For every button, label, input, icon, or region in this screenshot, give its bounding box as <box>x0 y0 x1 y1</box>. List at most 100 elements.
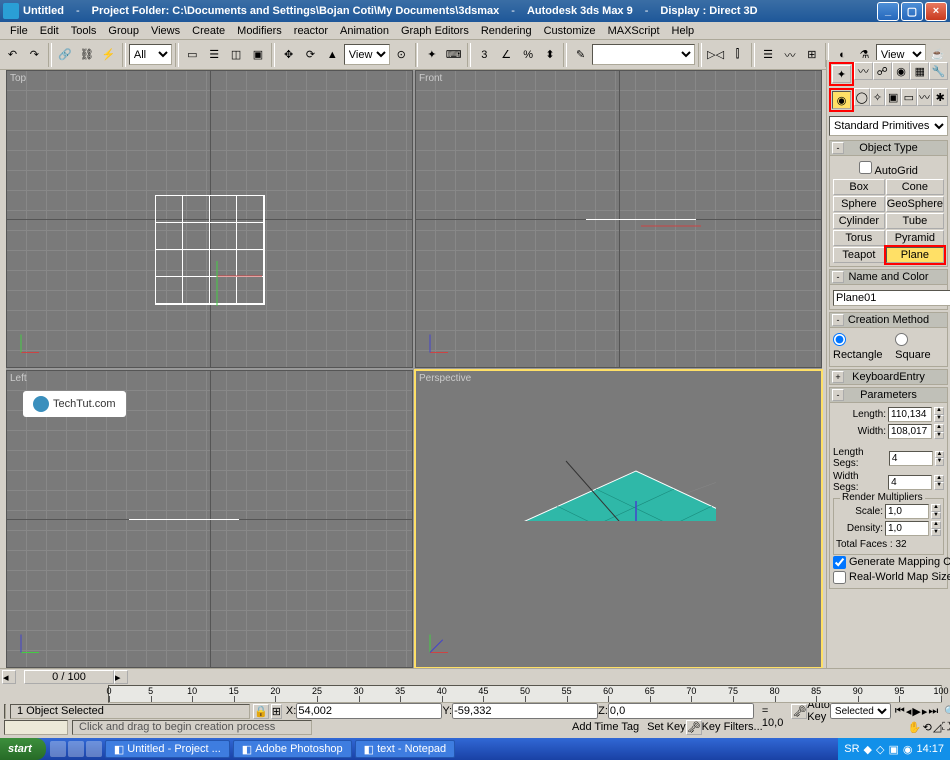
menu-maxscript[interactable]: MAXScript <box>602 25 666 37</box>
abs-rel-icon[interactable]: ⊞ <box>271 704 282 719</box>
width-segs-input[interactable] <box>888 475 932 490</box>
realworld-checkbox[interactable] <box>833 571 846 584</box>
scale-button[interactable]: ▲ <box>322 43 343 67</box>
shapes-tab[interactable]: ◯ <box>854 88 870 106</box>
maximize-button[interactable]: ▢ <box>901 2 923 21</box>
ql-desktop-icon[interactable] <box>86 741 102 757</box>
cone-button[interactable]: Cone <box>886 179 944 195</box>
link-button[interactable]: 🔗 <box>55 43 76 67</box>
taskbar-item-3dsmax[interactable]: ◧ Untitled - Project ... <box>105 740 230 758</box>
select-name-button[interactable]: ☰ <box>204 43 225 67</box>
undo-button[interactable]: ↶ <box>2 43 23 67</box>
creation-method-header[interactable]: -Creation Method <box>829 312 948 328</box>
y-coord-input[interactable] <box>452 703 598 719</box>
length-spinner[interactable]: ▲▼ <box>934 407 944 422</box>
maximize-viewport-button[interactable]: ⛶ <box>942 721 950 734</box>
prev-frame-button[interactable]: ◂ <box>906 705 912 718</box>
ql-ie-icon[interactable] <box>50 741 66 757</box>
square-radio[interactable]: Square <box>895 333 944 361</box>
language-indicator[interactable]: SR <box>844 743 859 755</box>
length-input[interactable] <box>888 407 932 422</box>
minimize-button[interactable]: _ <box>877 2 899 21</box>
time-slider[interactable]: 0 / 100 <box>24 670 114 684</box>
ql-firefox-icon[interactable] <box>68 741 84 757</box>
menu-group[interactable]: Group <box>102 25 145 37</box>
fov-button[interactable]: ◿ <box>933 721 941 734</box>
teapot-button[interactable]: Teapot <box>833 247 885 263</box>
menu-tools[interactable]: Tools <box>65 25 103 37</box>
key-mode-icon[interactable]: 🗝 <box>791 704 807 719</box>
category-dropdown[interactable]: Standard Primitives <box>829 116 948 136</box>
zoom-button[interactable]: 🔍 <box>944 705 950 718</box>
geometry-tab[interactable]: ◉ <box>832 91 851 109</box>
viewport-perspective[interactable]: Perspective <box>415 370 822 668</box>
time-next-button[interactable]: ▸ <box>114 670 128 684</box>
name-color-header[interactable]: -Name and Color <box>829 269 948 285</box>
redo-button[interactable]: ↷ <box>24 43 45 67</box>
transform-gizmo[interactable] <box>636 211 716 241</box>
curve-editor-button[interactable]: 〰 <box>780 43 801 67</box>
density-input[interactable] <box>885 521 929 536</box>
menu-modifiers[interactable]: Modifiers <box>231 25 288 37</box>
mirror-button[interactable]: ▷◁ <box>705 43 726 67</box>
menu-file[interactable]: File <box>4 25 34 37</box>
goto-start-button[interactable]: ⏮ <box>895 705 905 718</box>
utilities-tab[interactable]: 🔧 <box>929 62 948 80</box>
select-region-button[interactable]: ◫ <box>226 43 247 67</box>
key-filters-button[interactable]: Key Filters... <box>702 721 763 733</box>
x-coord-input[interactable] <box>296 703 442 719</box>
time-config-button[interactable]: ◂ <box>2 670 16 684</box>
lights-tab[interactable]: ✧ <box>870 88 886 106</box>
box-button[interactable]: Box <box>833 179 885 195</box>
width-spinner[interactable]: ▲▼ <box>934 424 944 439</box>
unlink-button[interactable]: ⛓ <box>76 43 97 67</box>
menu-edit[interactable]: Edit <box>34 25 65 37</box>
taskbar-item-notepad[interactable]: ◧ text - Notepad <box>355 740 456 758</box>
create-tab[interactable]: ✦ <box>832 65 851 83</box>
length-segs-input[interactable] <box>889 451 933 466</box>
menu-customize[interactable]: Customize <box>538 25 602 37</box>
menu-rendering[interactable]: Rendering <box>475 25 538 37</box>
rotate-button[interactable]: ⟳ <box>300 43 321 67</box>
gen-mapping-checkbox[interactable] <box>833 556 846 569</box>
pan-button[interactable]: ✋ <box>908 721 922 734</box>
viewport-front[interactable]: Front <box>415 70 822 368</box>
pyramid-button[interactable]: Pyramid <box>886 230 944 246</box>
schematic-view-button[interactable]: ⊞ <box>801 43 822 67</box>
object-type-header[interactable]: -Object Type <box>829 140 948 156</box>
window-crossing-button[interactable]: ▣ <box>248 43 269 67</box>
modify-tab[interactable]: 〰 <box>854 62 873 80</box>
scale-input[interactable] <box>885 504 929 519</box>
edit-named-sel-button[interactable]: ✎ <box>570 43 591 67</box>
percent-snap-button[interactable]: % <box>518 43 539 67</box>
tube-button[interactable]: Tube <box>886 213 944 229</box>
manipulate-button[interactable]: ✦ <box>421 43 442 67</box>
refcoord-dropdown[interactable]: View <box>344 44 390 65</box>
autogrid-checkbox[interactable]: AutoGrid <box>833 159 944 179</box>
spacewarps-tab[interactable]: 〰 <box>917 88 933 106</box>
menu-create[interactable]: Create <box>186 25 231 37</box>
plane-button[interactable]: Plane <box>886 247 944 263</box>
rectangle-radio[interactable]: Rectangle <box>833 333 895 361</box>
menu-animation[interactable]: Animation <box>334 25 395 37</box>
time-ruler[interactable]: 0510152025303540455055606570758085909510… <box>108 685 942 703</box>
set-key-button[interactable]: Set Key <box>647 721 686 733</box>
z-coord-input[interactable] <box>608 703 754 719</box>
move-button[interactable]: ✥ <box>278 43 299 67</box>
listener-box[interactable] <box>4 720 68 735</box>
play-button[interactable]: ▶ <box>912 705 920 718</box>
tray-icon[interactable]: ▣ <box>888 743 898 756</box>
object-name-input[interactable] <box>833 290 950 306</box>
tray-icon[interactable]: ◉ <box>903 743 913 756</box>
clock[interactable]: 14:17 <box>916 743 944 755</box>
menu-grapheditors[interactable]: Graph Editors <box>395 25 475 37</box>
helpers-tab[interactable]: ▭ <box>901 88 917 106</box>
taskbar-item-photoshop[interactable]: ◧ Adobe Photoshop <box>233 740 352 758</box>
selection-filter-dropdown[interactable]: All <box>129 44 172 65</box>
viewport-left[interactable]: Left TechTut.com <box>6 370 413 668</box>
viewport-top[interactable]: Top <box>6 70 413 368</box>
display-tab[interactable]: ▦ <box>910 62 929 80</box>
cameras-tab[interactable]: ▣ <box>885 88 901 106</box>
key-selected-dropdown[interactable]: Selected <box>830 703 891 719</box>
angle-snap-button[interactable]: ∠ <box>496 43 517 67</box>
